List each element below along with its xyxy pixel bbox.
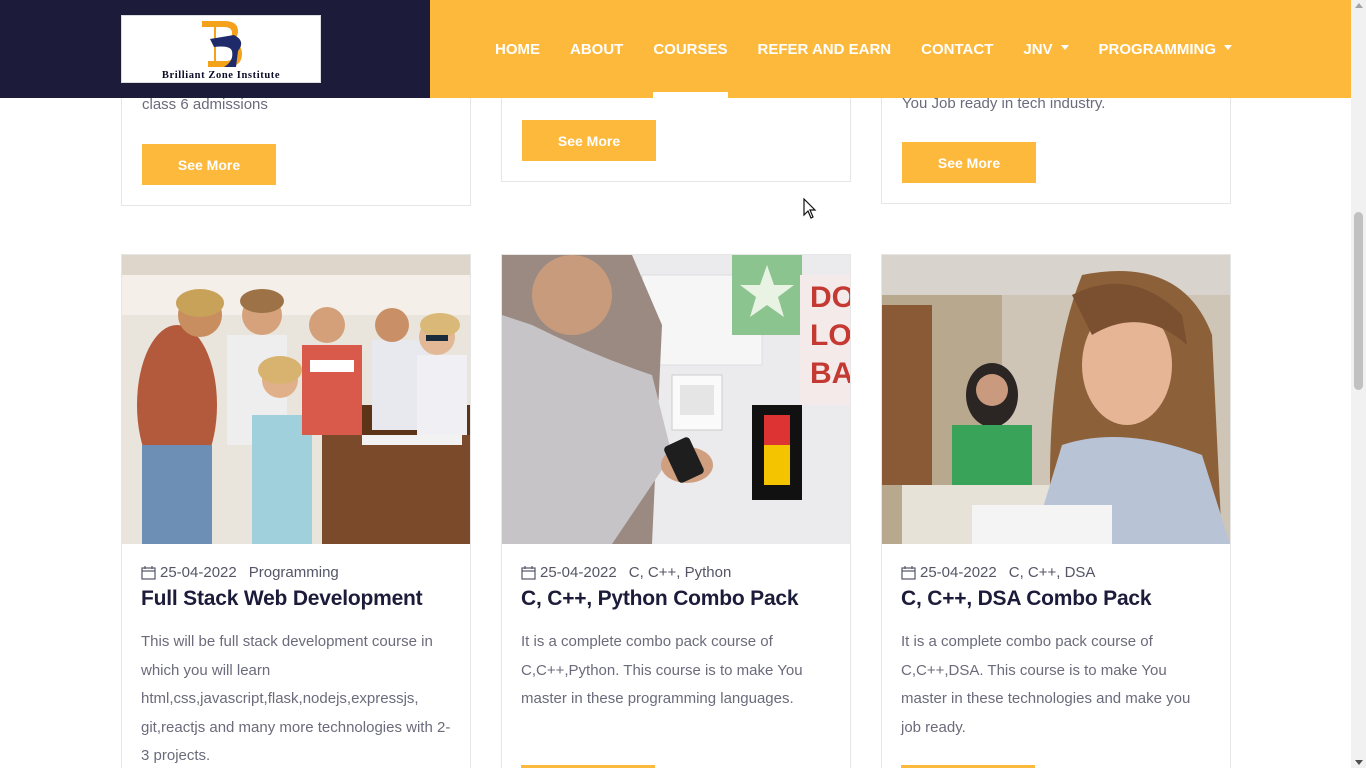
- see-more-button[interactable]: See More: [522, 120, 656, 161]
- nav-courses-label: COURSES: [653, 40, 728, 58]
- nav-programming-label: PROGRAMMING: [1098, 40, 1217, 58]
- course-description: It is a complete combo pack course of C,…: [901, 633, 1191, 736]
- course-meta: 25-04-2022 Programming: [141, 564, 339, 581]
- course-card: 25-04-2022 C, C++, DSA C, C++, DSA Combo…: [881, 254, 1231, 768]
- nav-jnv-dropdown[interactable]: JNV: [1023, 0, 1069, 98]
- site-logo[interactable]: Brilliant Zone Institute: [121, 15, 321, 83]
- nav-programming-dropdown[interactable]: PROGRAMMING: [1099, 0, 1233, 98]
- course-date: 25-04-2022: [160, 564, 237, 581]
- nav-about[interactable]: ABOUT: [570, 0, 623, 98]
- woman-studying-image: [882, 255, 1230, 544]
- caret-down-icon: [1060, 44, 1069, 50]
- see-more-button[interactable]: See More: [902, 142, 1036, 183]
- svg-text:BA: BA: [810, 357, 850, 390]
- course-category[interactable]: C, C++, Python: [629, 564, 732, 581]
- mouse-cursor-icon: [803, 198, 817, 219]
- nav-courses[interactable]: COURSES: [653, 0, 728, 98]
- course-photo-students-piano[interactable]: [122, 255, 470, 544]
- course-title[interactable]: Full Stack Web Development: [141, 587, 423, 611]
- course-category[interactable]: Programming: [249, 564, 339, 581]
- course-card: DO LO BA 25-04-2022 C, C++, Python C, C+…: [501, 254, 851, 768]
- course-category[interactable]: C, C++, DSA: [1009, 564, 1096, 581]
- nav-refer-and-earn[interactable]: REFER AND EARN: [758, 0, 892, 98]
- page-scrollbar[interactable]: [1351, 0, 1366, 768]
- brand-area: Brilliant Zone Institute: [0, 0, 430, 98]
- students-piano-image: [122, 255, 470, 544]
- course-date: 25-04-2022: [540, 564, 617, 581]
- nav-contact[interactable]: CONTACT: [921, 0, 993, 98]
- svg-text:DO: DO: [810, 281, 850, 314]
- nav-about-label: ABOUT: [570, 40, 624, 58]
- course-date: 25-04-2022: [920, 564, 997, 581]
- course-title[interactable]: C, C++, DSA Combo Pack: [901, 587, 1152, 611]
- main-nav: HOME ABOUT COURSES REFER AND EARN CONTAC…: [430, 0, 1351, 98]
- logo-text: Brilliant Zone Institute: [161, 70, 281, 81]
- calendar-icon: [521, 565, 536, 580]
- course-title[interactable]: C, C++, Python Combo Pack: [521, 587, 799, 611]
- course-description: This will be full stack development cour…: [141, 633, 451, 765]
- svg-text:LO: LO: [810, 319, 850, 352]
- calendar-icon: [901, 565, 916, 580]
- course-meta: 25-04-2022 C, C++, DSA: [901, 564, 1095, 581]
- logo-b-mark-icon: [202, 21, 242, 67]
- course-description: It is a complete combo pack course of C,…: [521, 633, 803, 708]
- course-meta: 25-04-2022 C, C++, Python: [521, 564, 731, 581]
- course-photo-man-phone[interactable]: DO LO BA: [502, 255, 850, 544]
- calendar-icon: [141, 565, 156, 580]
- nav-home-label: HOME: [495, 40, 540, 58]
- nav-jnv-label: JNV: [1023, 40, 1053, 58]
- see-more-button[interactable]: See More: [142, 144, 276, 185]
- card-description: class 6 admissions: [142, 96, 268, 113]
- man-with-phone-image: DO LO BA: [502, 255, 850, 544]
- scroll-down-arrow-icon[interactable]: [1355, 760, 1363, 765]
- course-photo-woman-studying[interactable]: [882, 255, 1230, 544]
- nav-home[interactable]: HOME: [495, 0, 540, 98]
- nav-contact-label: CONTACT: [921, 40, 994, 58]
- nav-refer-label: REFER AND EARN: [757, 40, 892, 58]
- scroll-up-arrow-icon[interactable]: [1355, 3, 1363, 8]
- course-card: 25-04-2022 Programming Full Stack Web De…: [121, 254, 471, 768]
- site-header: Brilliant Zone Institute HOME ABOUT COUR…: [0, 0, 1351, 98]
- caret-down-icon: [1224, 44, 1233, 50]
- scrollbar-thumb[interactable]: [1354, 212, 1363, 390]
